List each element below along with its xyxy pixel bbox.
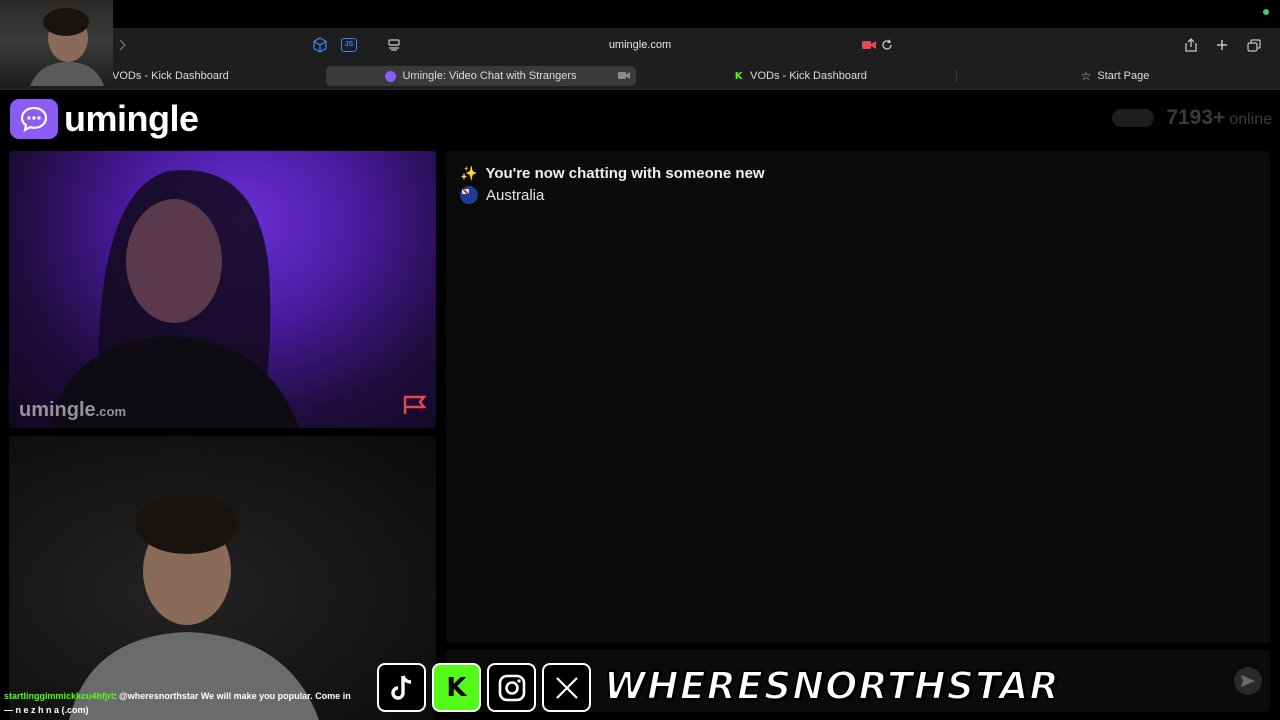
kick-favicon-icon: K <box>733 70 745 82</box>
online-counter: 7193+ online <box>1112 106 1272 130</box>
chat-bubble-logo-icon <box>10 99 58 139</box>
camera-tab-icon[interactable] <box>618 71 630 83</box>
chat-message: : @wheresnorthstar We will make you popu… <box>113 691 351 701</box>
recording-indicator <box>1263 9 1269 15</box>
online-label: online <box>1229 111 1272 128</box>
tab-label: VODs - Kick Dashboard <box>112 70 229 82</box>
extension-js-label: JS <box>341 38 357 52</box>
tab-separator <box>956 70 957 82</box>
chat-panel: ✨ You're now chatting with someone new A… <box>446 151 1270 643</box>
chat-line-2: — n e z h n a (.com) <box>4 705 89 715</box>
tab-overview-icon[interactable] <box>1245 36 1263 54</box>
online-count: 7193+ <box>1166 106 1226 129</box>
tiktok-icon <box>377 663 426 712</box>
instagram-icon <box>487 663 536 712</box>
logo-text: umingle <box>64 98 199 139</box>
browser-toolbar: JS umingle.com <box>0 28 1280 62</box>
watermark-text: umingle <box>19 399 96 421</box>
extension-cube-icon[interactable] <box>311 36 329 54</box>
tab-umingle[interactable]: Umingle: Video Chat with Strangers <box>326 66 636 86</box>
umingle-favicon-icon <box>385 70 397 82</box>
tab-label: VODs - Kick Dashboard <box>750 70 867 82</box>
page-menu-icon[interactable] <box>386 36 402 54</box>
site-logo[interactable]: umingle <box>10 98 199 140</box>
watermark-suffix: .com <box>95 404 127 419</box>
tab-start-page[interactable]: ☆ Start Page <box>1050 66 1180 86</box>
send-button[interactable] <box>1234 667 1262 695</box>
stream-chat-overlay: startlinggimmickkcu4hfjrl: @wheresnorths… <box>4 689 374 717</box>
tab-label: Start Page <box>1097 70 1150 82</box>
chat-country: Australia <box>486 186 545 204</box>
x-icon <box>542 663 591 712</box>
reload-icon[interactable] <box>879 36 895 54</box>
window-titlebar <box>0 0 1280 28</box>
forward-icon[interactable] <box>114 36 130 54</box>
report-flag-icon[interactable] <box>402 395 428 420</box>
self-video-frame <box>69 494 319 720</box>
australia-flag-icon <box>460 186 478 204</box>
self-video <box>9 436 436 720</box>
send-icon <box>1241 675 1255 687</box>
chat-status: You're now chatting with someone new <box>485 165 765 182</box>
social-icons: K <box>377 663 591 712</box>
theme-toggle[interactable] <box>1112 109 1155 127</box>
sparkles-icon: ✨ <box>460 165 478 181</box>
extension-js-icon[interactable]: JS <box>340 36 358 54</box>
streamer-handle: WHERESNORTHSTAR <box>603 663 1060 709</box>
new-tab-icon[interactable] <box>1214 36 1230 54</box>
umingle-page: umingle 7193+ online umingle.com ✨ You'r… <box>0 90 1280 720</box>
chat-username: startlinggimmickkcu4hfjrl <box>4 691 114 701</box>
tab-strip: VODs - Kick Dashboard Umingle: Video Cha… <box>0 62 1280 90</box>
tab-label: Umingle: Video Chat with Strangers <box>402 70 577 82</box>
streamer-webcam-overlay <box>0 0 113 86</box>
address-bar[interactable]: umingle.com <box>560 36 720 54</box>
tab-vods-kick-2[interactable]: K VODs - Kick Dashboard <box>700 66 900 86</box>
system-message: ✨ You're now chatting with someone new A… <box>460 165 765 204</box>
star-icon: ☆ <box>1080 69 1092 83</box>
tab-vods-kick-1[interactable]: VODs - Kick Dashboard <box>112 66 242 86</box>
stranger-video: umingle.com <box>9 151 436 428</box>
umingle-watermark: umingle.com <box>19 399 126 422</box>
camera-in-use-icon[interactable] <box>861 36 877 54</box>
share-icon[interactable] <box>1183 36 1199 54</box>
stranger-video-frame <box>49 170 299 428</box>
kick-icon: K <box>432 663 481 712</box>
